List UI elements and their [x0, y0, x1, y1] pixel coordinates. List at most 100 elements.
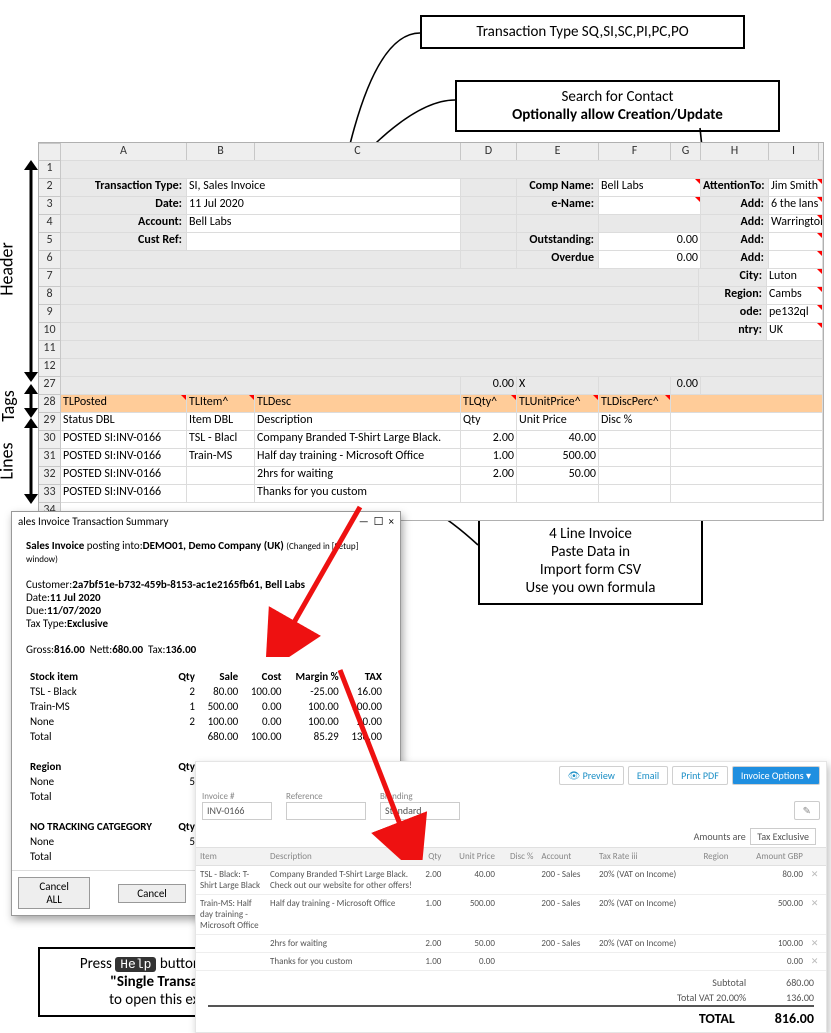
val-postcode[interactable]: pe132ql [767, 304, 823, 322]
row-11[interactable]: 11 [39, 340, 61, 358]
tag-posted[interactable]: TLPosted [61, 394, 187, 412]
col-F[interactable]: F [599, 143, 671, 160]
tag-qty[interactable]: TLQty^ [461, 394, 517, 412]
cell[interactable] [599, 448, 671, 466]
col-D[interactable]: D [461, 143, 517, 160]
lbl-date: Date: [61, 196, 187, 214]
val-country[interactable]: UK [767, 322, 823, 340]
hd-item[interactable]: Item DBL [187, 412, 255, 430]
cell[interactable]: 2.00 [461, 466, 517, 484]
cell[interactable] [599, 430, 671, 448]
col-C[interactable]: C [255, 143, 461, 160]
row-2[interactable]: 2 [39, 178, 61, 196]
col-H[interactable]: H [701, 143, 769, 160]
hd-disc[interactable]: Disc % [599, 412, 671, 430]
val-attn[interactable]: Jim Smith [769, 178, 823, 196]
val-compname[interactable]: Bell Labs [599, 178, 701, 196]
cell[interactable]: POSTED SI:INV-0166 [61, 430, 187, 448]
cell[interactable]: Half day training - Microsoft Office [255, 448, 461, 466]
tag-desc[interactable]: TLDesc [255, 394, 461, 412]
col-G[interactable]: G [671, 143, 701, 160]
cell[interactable] [599, 484, 671, 502]
cell[interactable]: Company Branded T-Shirt Large Black. [255, 430, 461, 448]
row-3[interactable]: 3 [39, 196, 61, 214]
max-icon[interactable]: ☐ [374, 515, 384, 528]
val-city[interactable]: Luton [767, 268, 823, 286]
cell[interactable]: X [517, 376, 599, 394]
cell[interactable]: 500.00 [517, 448, 599, 466]
val-region[interactable]: Cambs [767, 286, 823, 304]
cell[interactable] [517, 484, 599, 502]
row-12[interactable]: 12 [39, 358, 61, 376]
text: 11/07/2020 [47, 604, 101, 617]
hd-up[interactable]: Unit Price [517, 412, 599, 430]
val-account[interactable]: Bell Labs [187, 214, 461, 232]
cell[interactable]: POSTED SI:INV-0166 [61, 448, 187, 466]
cell[interactable]: 2hrs for waiting [255, 466, 461, 484]
tag-unitprice[interactable]: TLUnitPrice^ [517, 394, 599, 412]
close-icon[interactable]: × [389, 515, 394, 528]
cell[interactable]: 40.00 [517, 430, 599, 448]
row[interactable]: 30 [39, 430, 61, 448]
cell[interactable]: 50.00 [517, 466, 599, 484]
val-add2[interactable]: Warrington [769, 214, 823, 232]
row[interactable]: 31 [39, 448, 61, 466]
row-28[interactable]: 28 [39, 394, 61, 412]
cell[interactable]: Train-MS [187, 448, 255, 466]
lbl-country: ntry: [699, 322, 767, 340]
cell[interactable] [187, 466, 255, 484]
row-29[interactable]: 29 [39, 412, 61, 430]
hd-desc[interactable]: Description [255, 412, 461, 430]
text: Transaction Type SQ,SI,SC,PI,PC,PO [476, 23, 688, 41]
val-outstanding[interactable]: 0.00 [599, 232, 701, 250]
val-transaction-type[interactable]: SI, Sales Invoice [187, 178, 461, 196]
invoice-number-input[interactable]: INV-0166 [202, 802, 272, 820]
email-button[interactable]: Email [628, 766, 668, 785]
tag-item[interactable]: TLItem^ [187, 394, 255, 412]
hd-status[interactable]: Status DBL [61, 412, 187, 430]
tag-disc[interactable]: TLDiscPerc^ [599, 394, 671, 412]
edit-icon[interactable]: ✎ [794, 801, 820, 820]
val-add4[interactable] [769, 250, 823, 268]
invoice-options-button[interactable]: Invoice Options ▾ [732, 766, 820, 785]
row-27[interactable]: 27 [39, 376, 61, 394]
preview-button[interactable]: 👁 Preview [559, 766, 624, 785]
text: Amounts are [694, 830, 746, 843]
cell[interactable]: 0.00 [461, 376, 517, 394]
row-6[interactable]: 6 [39, 250, 61, 268]
cell[interactable]: 0.00 [671, 376, 701, 394]
val-add1[interactable]: 6 the lans [769, 196, 823, 214]
val-date[interactable]: 11 Jul 2020 [187, 196, 461, 214]
print-pdf-button[interactable]: Print PDF [672, 766, 728, 785]
col-I[interactable]: I [769, 143, 819, 160]
row-5[interactable]: 5 [39, 232, 61, 250]
val-custref[interactable] [187, 232, 461, 250]
row-9[interactable]: 9 [39, 304, 61, 322]
col-E[interactable]: E [517, 143, 599, 160]
cell[interactable] [599, 466, 671, 484]
cancel-all-button[interactable]: Cancel ALL [18, 877, 90, 909]
cell[interactable] [461, 484, 517, 502]
row-8[interactable]: 8 [39, 286, 61, 304]
row[interactable]: 33 [39, 484, 61, 502]
row-7[interactable]: 7 [39, 268, 61, 286]
cell[interactable]: POSTED SI:INV-0166 [61, 466, 187, 484]
val-add3[interactable] [769, 232, 823, 250]
row[interactable]: 32 [39, 466, 61, 484]
hd-qty[interactable]: Qty [461, 412, 517, 430]
cell[interactable]: 2.00 [461, 430, 517, 448]
cell[interactable] [187, 484, 255, 502]
col-A[interactable]: A [61, 143, 187, 160]
val-overdue[interactable]: 0.00 [599, 250, 701, 268]
cell[interactable]: TSL - Blacl [187, 430, 255, 448]
col-B[interactable]: B [187, 143, 255, 160]
cancel-button[interactable]: Cancel [118, 884, 186, 903]
cell[interactable]: POSTED SI:INV-0166 [61, 484, 187, 502]
row-4[interactable]: 4 [39, 214, 61, 232]
val-ename[interactable] [599, 196, 701, 214]
row-1[interactable]: 1 [39, 160, 61, 178]
row-10[interactable]: 10 [39, 322, 61, 340]
text: Import form CSV [494, 561, 687, 579]
cell[interactable]: 1.00 [461, 448, 517, 466]
tax-exclusive-select[interactable]: Tax Exclusive [750, 828, 816, 845]
